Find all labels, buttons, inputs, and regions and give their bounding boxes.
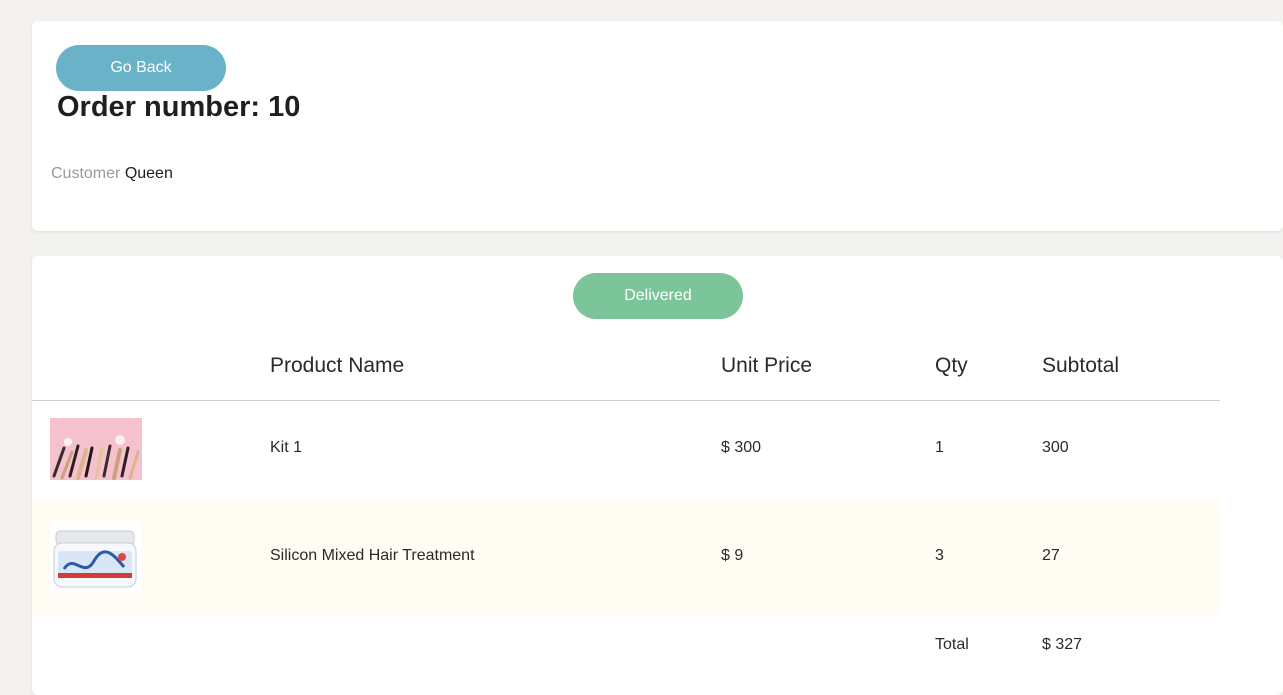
order-detail-page: Go Back Order number: 10 Customer Queen … [0, 0, 1283, 695]
order-header-card: Go Back Order number: 10 Customer Queen [32, 21, 1283, 231]
hair-treatment-jar-icon [50, 521, 142, 593]
total-label: Total [935, 636, 969, 653]
quantity: 1 [935, 439, 944, 456]
product-name: Kit 1 [270, 439, 303, 456]
column-header-unit-price: Unit Price [721, 354, 813, 377]
unit-price: $ 9 [721, 547, 744, 564]
customer-name: Queen [124, 165, 173, 182]
table-row: Silicon Mixed Hair Treatment $ 9 3 27 [32, 499, 1220, 615]
subtotal: 27 [1042, 547, 1060, 564]
product-name: Silicon Mixed Hair Treatment [270, 547, 475, 564]
quantity: 3 [935, 547, 944, 564]
product-image-hair-treatment [50, 521, 142, 593]
page-title: Order number: 10 [57, 91, 301, 123]
beauty-kit-icon [50, 418, 142, 480]
unit-price: $ 300 [721, 439, 762, 456]
customer-label: Customer [51, 165, 121, 182]
customer-info: Customer Queen [51, 165, 173, 183]
total-value: $ 327 [1042, 636, 1083, 653]
go-back-button[interactable]: Go Back [56, 45, 226, 91]
column-header-qty: Qty [935, 354, 968, 377]
table-row: Kit 1 $ 300 1 300 [32, 400, 1220, 496]
order-items-card: Delivered Product Name Unit Price Qty Su… [32, 256, 1283, 695]
column-header-product-name: Product Name [270, 354, 405, 377]
status-badge: Delivered [573, 273, 743, 319]
subtotal: 300 [1042, 439, 1069, 456]
product-image-kit [50, 418, 142, 480]
table-header: Product Name Unit Price Qty Subtotal [32, 344, 1220, 401]
column-header-subtotal: Subtotal [1042, 354, 1120, 377]
